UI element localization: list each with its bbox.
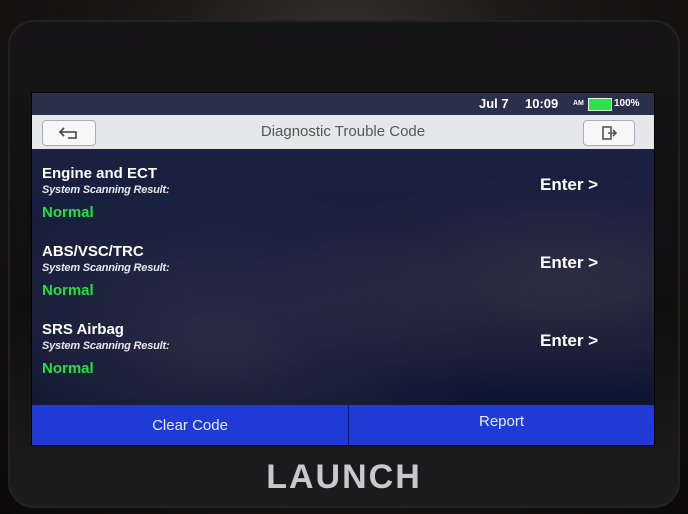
enter-button-abs[interactable]: Enter > <box>540 253 598 273</box>
system-row-abs: ABS/VSC/TRC System Scanning Result: Norm… <box>32 227 654 305</box>
enter-button-srs[interactable]: Enter > <box>540 331 598 351</box>
system-list: Engine and ECT System Scanning Result: N… <box>32 149 654 383</box>
status-ampm: AM <box>573 100 584 107</box>
system-name: ABS/VSC/TRC <box>42 243 144 260</box>
enter-button-engine[interactable]: Enter > <box>540 175 598 195</box>
exit-button[interactable] <box>583 120 635 146</box>
system-status: Normal <box>42 282 94 299</box>
title-bar: Diagnostic Trouble Code <box>32 115 654 149</box>
status-date: Jul 7 <box>479 96 509 111</box>
report-button[interactable]: Report <box>349 405 654 445</box>
device-screen: Jul 7 10:09 AM 100% Diagnostic Trouble C… <box>32 93 654 445</box>
system-row-srs: SRS Airbag System Scanning Result: Norma… <box>32 305 654 383</box>
exit-icon <box>602 126 617 140</box>
status-bar: Jul 7 10:09 AM 100% <box>32 93 654 115</box>
system-name: SRS Airbag <box>42 321 124 338</box>
system-status: Normal <box>42 360 94 377</box>
bottom-action-bar: Clear Code Report <box>32 405 654 445</box>
status-time: 10:09 <box>525 96 559 111</box>
system-subtitle: System Scanning Result: <box>42 262 170 274</box>
system-subtitle: System Scanning Result: <box>42 340 170 352</box>
system-subtitle: System Scanning Result: <box>42 184 170 196</box>
battery-percent: 100% <box>614 98 640 109</box>
system-row-engine: Engine and ECT System Scanning Result: N… <box>32 149 654 227</box>
page-title: Diagnostic Trouble Code <box>260 123 426 140</box>
clear-code-button[interactable]: Clear Code <box>32 405 349 445</box>
brand-logo: LAUNCH <box>266 458 422 496</box>
system-status: Normal <box>42 204 94 221</box>
battery-icon <box>588 98 612 111</box>
system-name: Engine and ECT <box>42 165 158 182</box>
